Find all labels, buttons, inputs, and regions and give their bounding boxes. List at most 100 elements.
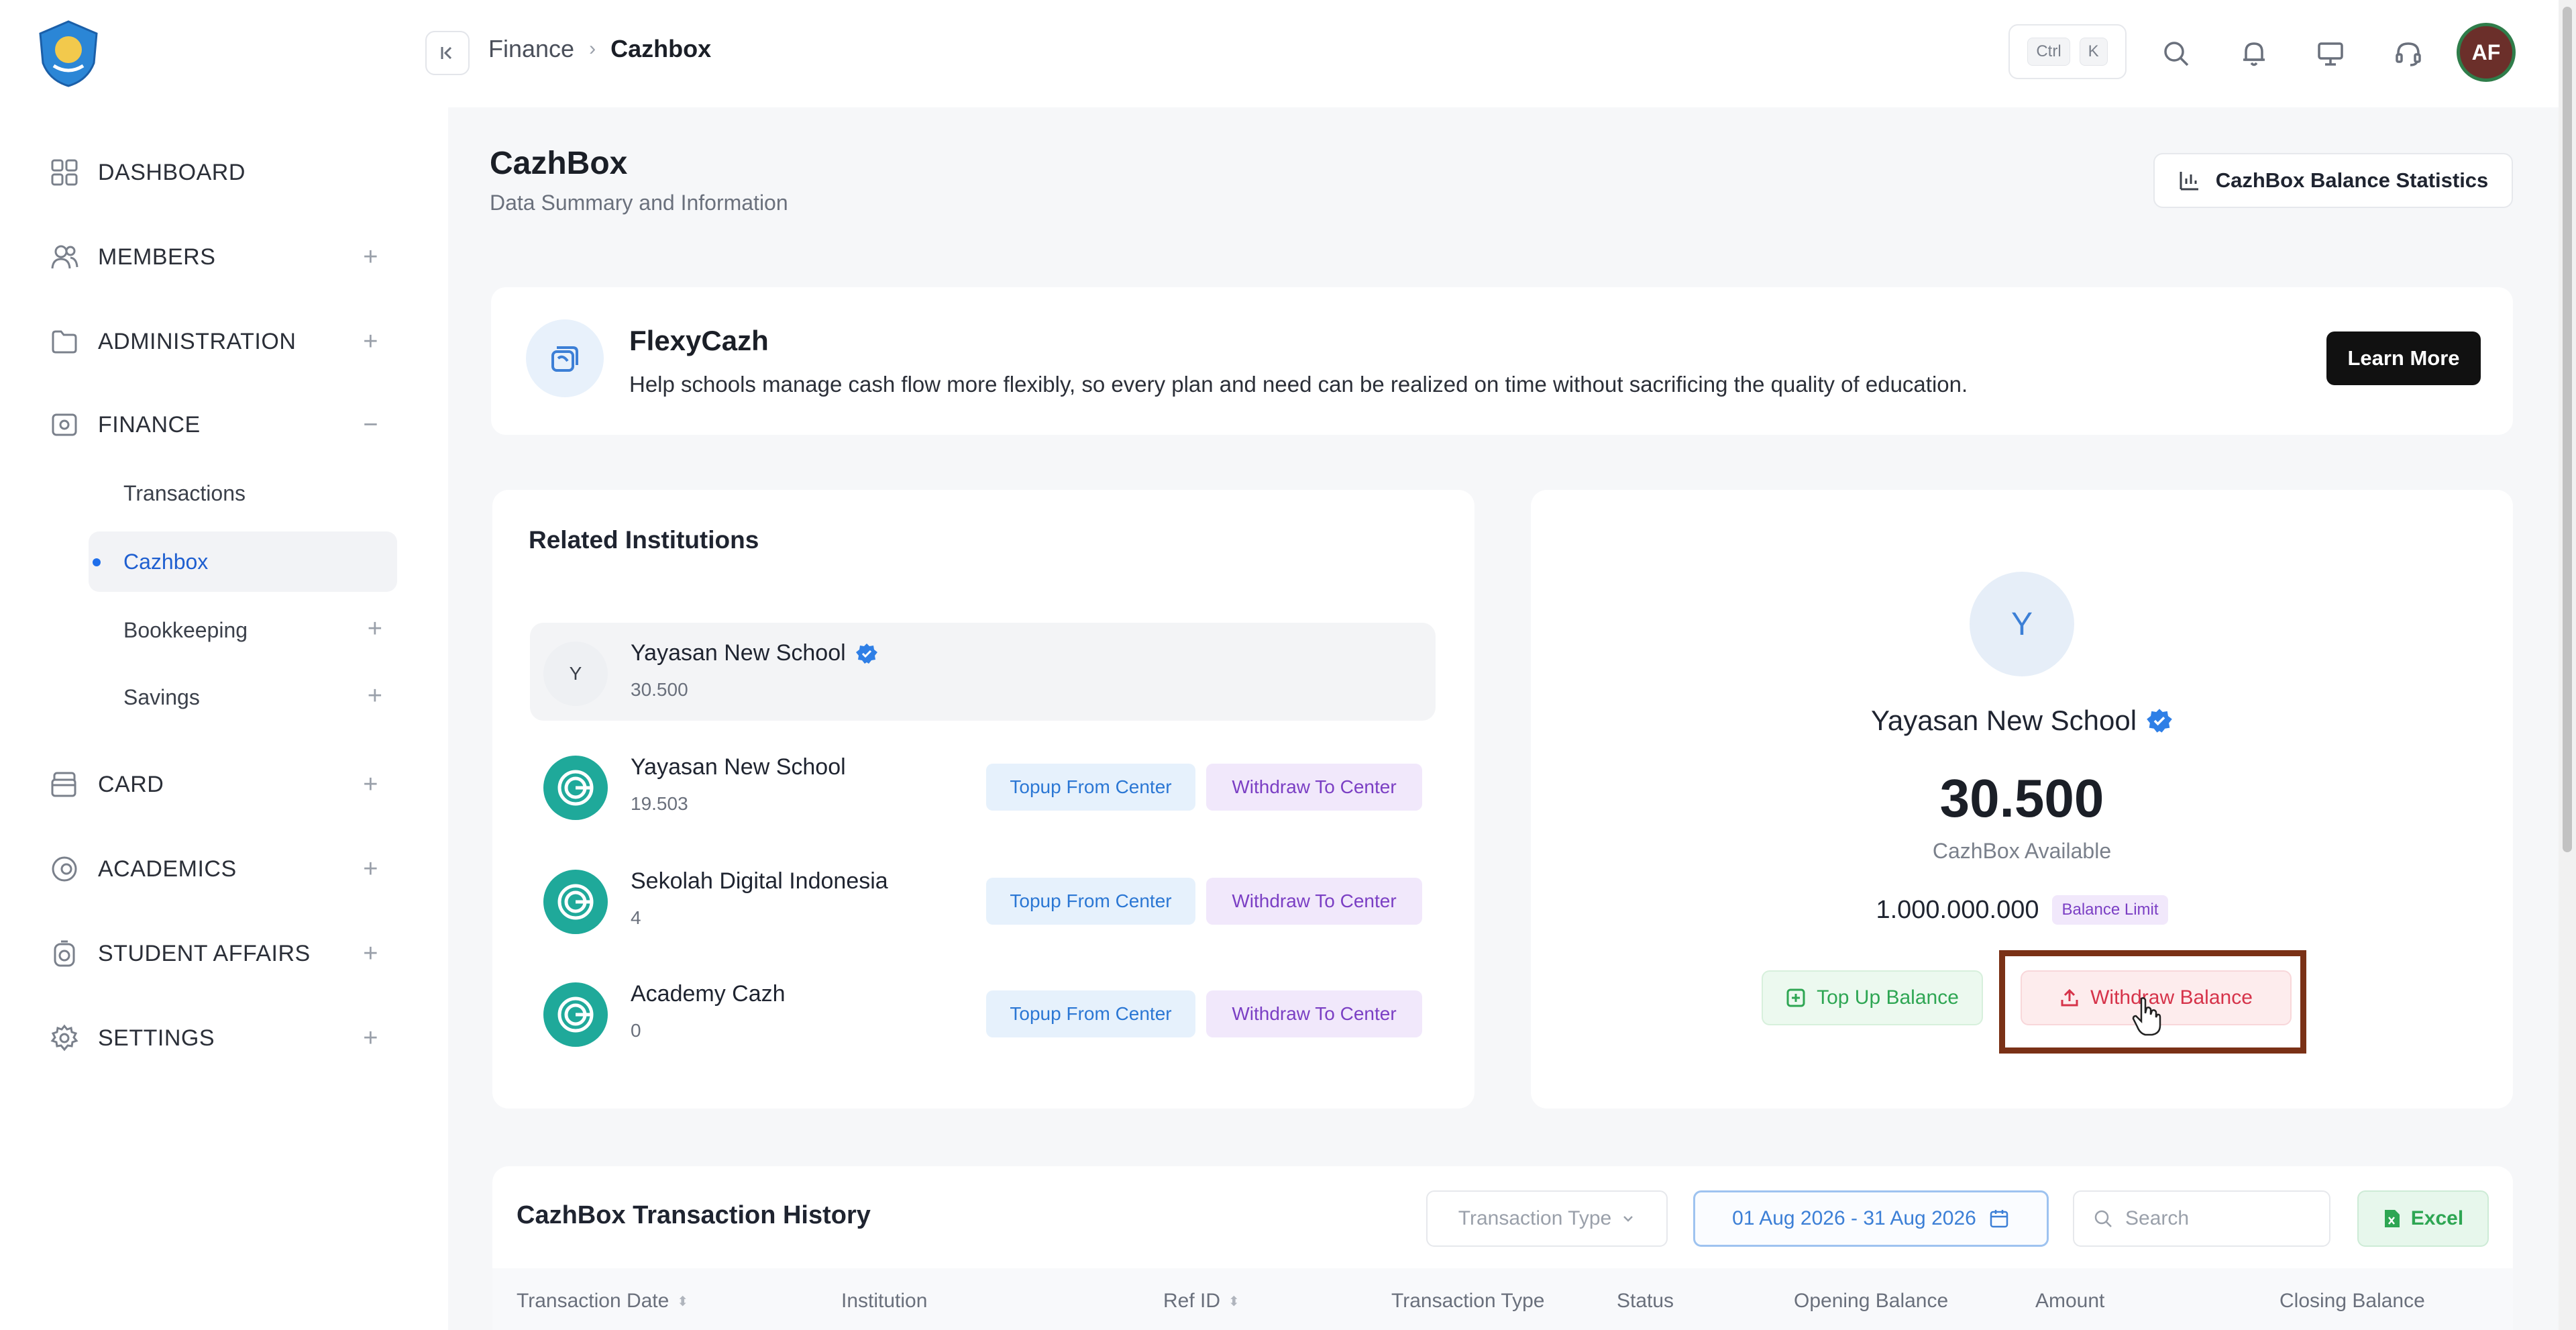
command-shortcut[interactable]: Ctrl K (2008, 24, 2127, 79)
institution-name: Academy Cazh (631, 981, 786, 1007)
date-range-picker[interactable]: 01 Aug 2026 - 31 Aug 2026 (1693, 1190, 2049, 1247)
balance-limit-tag: Balance Limit (2052, 895, 2168, 925)
academics-icon (48, 853, 80, 885)
nav-sub-cazhbox[interactable]: Cazhbox (89, 531, 397, 592)
verified-badge-icon (2147, 709, 2172, 733)
withdraw-to-center-button[interactable]: Withdraw To Center (1206, 878, 1422, 925)
expand-plus-icon[interactable]: + (363, 855, 378, 884)
users-icon (48, 241, 80, 273)
nav-label: CARD (98, 771, 164, 797)
institution-balance: 30.500 (631, 679, 688, 700)
balance-card: Y Yayasan New School 30.500 CazhBox Avai… (1531, 490, 2513, 1109)
history-table-header: Transaction Date ⬍ Institution Ref ID ⬍ Tr… (492, 1268, 2513, 1330)
nav-sub-transactions[interactable]: Transactions (89, 463, 397, 523)
balance-statistics-button[interactable]: CazhBox Balance Statistics (2153, 153, 2513, 208)
page-scrollbar[interactable] (2559, 0, 2576, 1330)
nav-sub-label: Transactions (123, 480, 246, 505)
expand-plus-icon[interactable]: + (368, 615, 382, 644)
nav-label: STUDENT AFFAIRS (98, 940, 311, 966)
nav-dashboard[interactable]: DASHBOARD (48, 149, 390, 196)
history-search-placeholder: Search (2125, 1207, 2190, 1229)
top-up-balance-button[interactable]: Top Up Balance (1762, 970, 1983, 1025)
column-header-ref-id[interactable]: Ref ID ⬍ (1163, 1290, 1240, 1313)
institution-balance: 19.503 (631, 793, 688, 814)
headset-support-icon[interactable] (2388, 34, 2428, 74)
hand-cursor-icon (2132, 997, 2161, 1036)
breadcrumb: Finance › Cazhbox (488, 35, 711, 63)
expand-plus-icon[interactable]: + (363, 1024, 378, 1053)
collapse-minus-icon[interactable]: − (363, 411, 378, 440)
calendar-icon (1990, 1210, 2008, 1228)
page-title: CazhBox (490, 146, 628, 181)
institution-row[interactable]: Y Yayasan New School 30.500 (530, 623, 1436, 721)
nav-label: FINANCE (98, 411, 201, 438)
sort-icon: ⬍ (1228, 1294, 1240, 1309)
app-logo[interactable] (34, 19, 103, 89)
collapse-sidebar-button[interactable] (425, 31, 470, 75)
balance-institution-text: Yayasan New School (1870, 705, 2137, 736)
withdraw-to-center-button[interactable]: Withdraw To Center (1206, 990, 1422, 1037)
nav-finance[interactable]: FINANCE − (48, 401, 390, 448)
topup-from-center-button[interactable]: Topup From Center (986, 764, 1195, 811)
nav-label: SETTINGS (98, 1025, 215, 1051)
history-search-field[interactable]: Search (2073, 1190, 2330, 1247)
balance-limit: 1.000.000.000 Balance Limit (1531, 895, 2513, 925)
nav-academics[interactable]: ACADEMICS + (48, 846, 390, 892)
learn-more-button[interactable]: Learn More (2326, 331, 2481, 385)
column-header-label: Transaction Date (517, 1290, 669, 1312)
expand-plus-icon[interactable]: + (363, 327, 378, 356)
nav-student-affairs[interactable]: STUDENT AFFAIRS + (48, 930, 390, 977)
withdraw-balance-label: Withdraw Balance (2090, 986, 2253, 1009)
balance-statistics-label: CazhBox Balance Statistics (2215, 168, 2489, 192)
scrollbar-thumb[interactable] (2563, 7, 2572, 852)
institution-name-text: Yayasan New School (631, 640, 846, 666)
plus-square-icon (1786, 988, 1805, 1007)
balance-amount-label: CazhBox Available (1932, 839, 2112, 863)
nav-label: ACADEMICS (98, 856, 237, 882)
withdraw-to-center-button[interactable]: Withdraw To Center (1206, 764, 1422, 811)
nav-sub-bookkeeping[interactable]: Bookkeeping + (89, 600, 397, 660)
bell-icon[interactable] (2234, 34, 2274, 74)
nav-label: ADMINISTRATION (98, 328, 297, 354)
institution-balance: 0 (631, 1020, 641, 1041)
nav-label: MEMBERS (98, 244, 216, 270)
nav-members[interactable]: MEMBERS + (48, 234, 390, 280)
expand-plus-icon[interactable]: + (363, 770, 378, 799)
chevron-down-icon (1623, 1216, 1633, 1222)
topup-from-center-button[interactable]: Topup From Center (986, 878, 1195, 925)
user-avatar[interactable]: AF (2457, 23, 2516, 82)
bar-chart-icon (2180, 172, 2198, 191)
date-range-value: 01 Aug 2026 - 31 Aug 2026 (1732, 1207, 1976, 1229)
column-header-transaction-date[interactable]: Transaction Date ⬍ (517, 1290, 688, 1313)
nav-sub-label: Bookkeeping (123, 617, 248, 642)
nav-sub-savings[interactable]: Savings + (89, 667, 397, 727)
expand-plus-icon[interactable]: + (368, 682, 382, 711)
column-header-amount: Amount (2035, 1290, 2104, 1313)
search-icon[interactable] (2156, 34, 2196, 74)
column-header-transaction-type: Transaction Type (1391, 1290, 1544, 1313)
column-header-label: Closing Balance (2279, 1290, 2425, 1312)
column-header-label: Institution (841, 1290, 928, 1312)
kbd-k: K (2079, 38, 2108, 66)
expand-plus-icon[interactable]: + (363, 243, 378, 272)
monitor-icon[interactable] (2310, 34, 2351, 74)
banner-title: FlexyCazh (629, 325, 769, 356)
column-header-label: Status (1617, 1290, 1674, 1312)
institution-name: Yayasan New School (631, 754, 846, 780)
export-excel-button[interactable]: Excel (2357, 1190, 2489, 1247)
flexycazh-icon (526, 319, 604, 397)
nav-administration[interactable]: ADMINISTRATION + (48, 318, 390, 365)
nav-settings[interactable]: SETTINGS + (48, 1015, 390, 1062)
transaction-type-select[interactable]: Transaction Type (1426, 1190, 1668, 1247)
column-header-institution: Institution (841, 1290, 927, 1313)
institution-name: Yayasan New School (631, 640, 878, 666)
nav-card[interactable]: CARD + (48, 761, 390, 808)
column-header-closing-balance: Closing Balance (2279, 1290, 2425, 1313)
topup-from-center-button[interactable]: Topup From Center (986, 990, 1195, 1037)
upload-icon (2061, 988, 2078, 1007)
column-header-label: Ref ID (1163, 1290, 1221, 1312)
institution-balance: 4 (631, 907, 641, 928)
expand-plus-icon[interactable]: + (363, 939, 378, 968)
breadcrumb-finance[interactable]: Finance (488, 35, 574, 63)
export-excel-label: Excel (2410, 1207, 2464, 1229)
